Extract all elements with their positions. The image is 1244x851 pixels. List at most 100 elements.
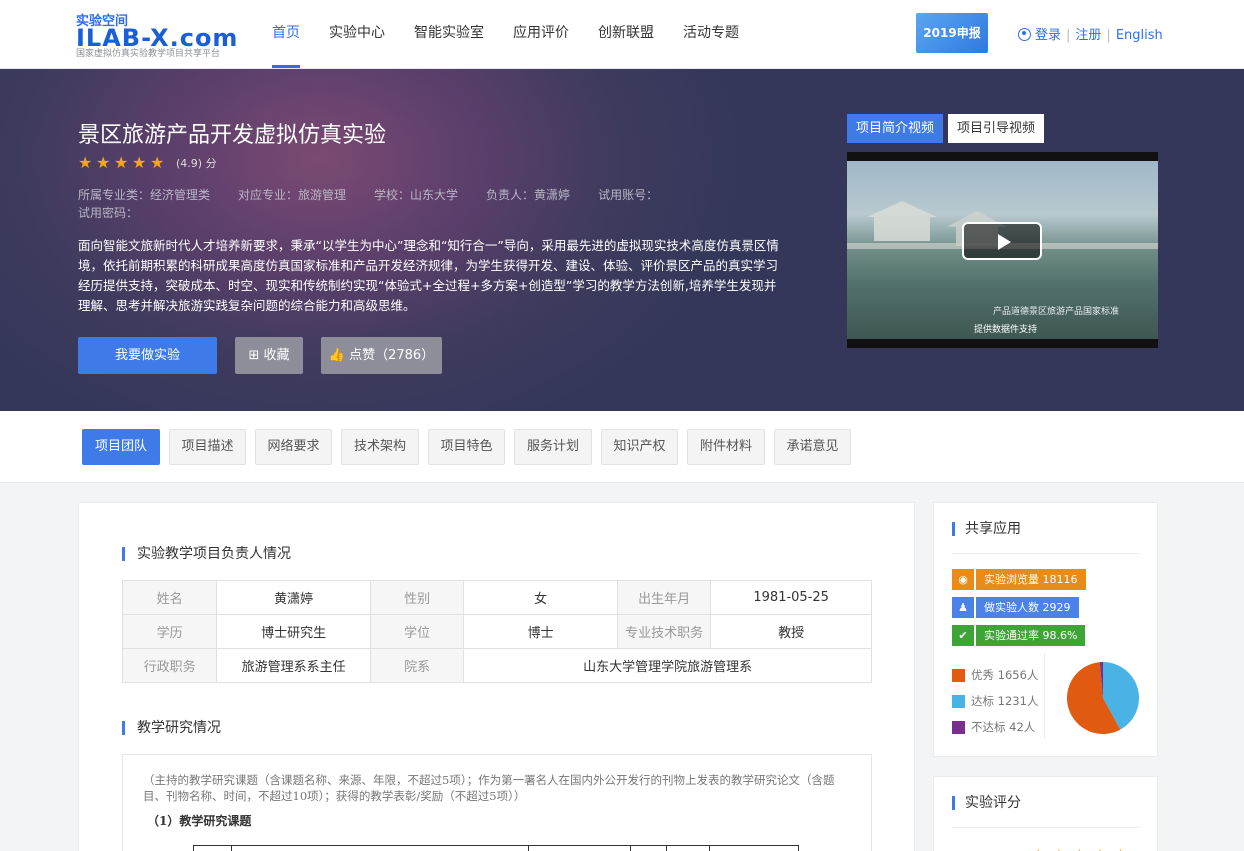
favorite-button[interactable]: ⊞ 收藏 xyxy=(235,337,303,374)
star-icon: ★ xyxy=(150,153,165,172)
table-value-cell: 博士研究生 xyxy=(216,614,371,649)
play-icon[interactable] xyxy=(962,222,1042,260)
video-player[interactable]: 产品道德景区旅游产品国家标准 提供数据件支持 xyxy=(847,152,1158,348)
team-content: 实验教学项目负责人情况 姓名 黄潇婷 性别女出生年月 1981-05-25 学历 博士研究… xyxy=(78,502,915,851)
divider: | xyxy=(1106,28,1111,43)
tab-features[interactable]: 项目特色 xyxy=(428,429,505,465)
table-value-cell: 教授 xyxy=(710,614,872,649)
legend-label: 达标 1231人 xyxy=(971,694,1039,708)
user-icon xyxy=(1018,28,1031,41)
auth-links: 登录 | 注册 | English xyxy=(1018,24,1163,43)
tab-intro-video[interactable]: 项目简介视频 xyxy=(847,114,944,143)
legend-pass: 达标 1231人 xyxy=(952,693,1038,709)
site-logo[interactable]: 实验空间 ILAB-X.com 国家虚拟仿真实验教学项目共享平台 xyxy=(76,10,246,60)
star-icon: ★ xyxy=(1053,847,1066,851)
video-caption: 提供数据件支持 xyxy=(974,325,1038,335)
eye-icon: ◉ xyxy=(952,569,974,590)
nav-experiment-center[interactable]: 实验中心 xyxy=(329,0,385,68)
tab-network[interactable]: 网络要求 xyxy=(255,429,332,465)
star-icon: ★ xyxy=(114,153,129,172)
stat-participants-text: 做实验人数 2929 xyxy=(976,597,1079,618)
leader-info-table: 姓名 黄潇婷 性别女出生年月 1981-05-25 学历 博士研究生 学位 博士 专业技术职务教… xyxy=(121,580,872,683)
table-value-cell: 女 xyxy=(463,580,618,615)
rating-score: (4.9) 分 xyxy=(176,157,217,170)
table-key-cell: 行政职务 xyxy=(121,648,218,683)
nav-smart-lab[interactable]: 智能实验室 xyxy=(414,0,484,68)
stat-pass-rate-text: 实验通过率 98.6% xyxy=(976,625,1086,646)
project-description: 面向智能文旅新时代人才培养新要求，秉承“以学生为中心”理念和“知行合一”导向，采… xyxy=(78,238,779,313)
like-label: 点赞（2786） xyxy=(349,348,435,363)
star-icon: ★ xyxy=(132,153,147,172)
meta-major-category: 所属专业类：经济管理类 xyxy=(78,188,211,202)
section-title-research: 教学研究情况 xyxy=(122,721,221,735)
research-table xyxy=(193,845,799,851)
project-meta: 所属专业类：经济管理类 对应专业：旅游管理 学校：山东大学 负责人：黄潇婷 试用账号： … xyxy=(78,186,778,222)
star-icon: ★ xyxy=(1114,847,1127,851)
legend-fail: 不达标 42人 xyxy=(952,719,1035,735)
meta-school: 学校：山东大学 xyxy=(374,188,459,202)
table-key-cell: 出生年月 xyxy=(616,580,712,615)
nav-events[interactable]: 活动专题 xyxy=(683,0,739,68)
shield-check-icon: ✔ xyxy=(952,625,974,646)
english-link[interactable]: English xyxy=(1116,28,1163,43)
legend-label: 优秀 1656人 xyxy=(971,668,1039,682)
table-key-cell: 学历 xyxy=(121,614,218,649)
table-key-cell: 院系 xyxy=(369,648,465,683)
video-caption: 产品道德景区旅游产品国家标准 xyxy=(993,307,1120,317)
legend-swatch xyxy=(952,694,965,708)
meta-owner: 负责人：黄潇婷 xyxy=(486,188,571,202)
table-value-cell: 1981-05-25 xyxy=(710,580,872,615)
table-key-cell: 专业技术职务 xyxy=(616,614,712,649)
meta-trial-password: 试用密码： xyxy=(78,206,139,220)
star-icon: ★ xyxy=(1094,847,1107,851)
tab-architecture[interactable]: 技术架构 xyxy=(341,429,419,465)
nav-alliance[interactable]: 创新联盟 xyxy=(598,0,654,68)
star-rating: ★ ★ ★ ★ ★ (4.9) 分 xyxy=(78,155,217,171)
table-row: 姓名 黄潇婷 性别女出生年月 1981-05-25 xyxy=(121,580,872,615)
legend-swatch xyxy=(952,668,965,682)
star-icon: ★ xyxy=(78,153,93,172)
legend-label: 不达标 42人 xyxy=(971,720,1036,734)
table-row: 行政职务 旅游管理系系主任 院系 山东大学管理学院旅游管理系 xyxy=(121,648,872,683)
logo-subtitle: 国家虚拟仿真实验教学项目共享平台 xyxy=(76,49,221,59)
legend-swatch xyxy=(952,720,965,734)
table-value-cell: 黄潇婷 xyxy=(216,580,371,615)
nav-home[interactable]: 首页 xyxy=(272,0,300,68)
nav-evaluation[interactable]: 应用评价 xyxy=(513,0,569,68)
star-icon: ★ xyxy=(96,153,111,172)
stat-views: ◉ 实验浏览量 18116 xyxy=(952,569,1086,590)
result-pie-chart xyxy=(1067,662,1139,734)
divider xyxy=(952,827,1140,828)
research-subtitle: （1）教学研究课题 xyxy=(147,814,252,828)
research-note: （主持的教学研究课题（含课题名称、来源、年限，不超过5项）；作为第一署名人在国内… xyxy=(143,773,835,803)
table-value-cell: 旅游管理系系主任 xyxy=(216,648,371,683)
video-tabs: 项目简介视频 项目引导视频 xyxy=(847,114,1049,143)
star-icon: ★ xyxy=(1032,847,1045,851)
divider xyxy=(1044,653,1045,739)
tab-team[interactable]: 项目团队 xyxy=(82,429,160,465)
pavilion-shape xyxy=(867,201,937,241)
stat-views-text: 实验浏览量 18116 xyxy=(976,569,1086,590)
star-icon: ★ xyxy=(1073,847,1086,851)
tab-description[interactable]: 项目描述 xyxy=(169,429,246,465)
tab-guide-video[interactable]: 项目引导视频 xyxy=(948,114,1045,143)
table-key-cell: 姓名 xyxy=(121,580,218,615)
tab-commitment[interactable]: 承诺意见 xyxy=(774,429,851,465)
login-link[interactable]: 登录 xyxy=(1035,28,1061,43)
tab-service-plan[interactable]: 服务计划 xyxy=(514,429,592,465)
favorite-label: 收藏 xyxy=(263,348,290,363)
start-experiment-button[interactable]: 我要做实验 xyxy=(78,337,217,374)
tab-ip[interactable]: 知识产权 xyxy=(601,429,678,465)
person-icon: ♟ xyxy=(952,597,974,618)
like-button[interactable]: 👍 点赞（2786） xyxy=(321,337,442,374)
apply-2019-badge[interactable]: 2019申报 xyxy=(916,13,988,53)
table-key-cell: 性别 xyxy=(369,580,465,615)
project-hero: 景区旅游产品开发虚拟仿真实验 ★ ★ ★ ★ ★ (4.9) 分 所属专业类：经… xyxy=(0,69,1244,411)
bookmark-icon: ⊞ xyxy=(248,348,264,363)
main-nav: 首页 实验中心 智能实验室 应用评价 创新联盟 活动专题 xyxy=(272,0,768,68)
register-link[interactable]: 注册 xyxy=(1075,28,1101,43)
project-tabs: 项目团队 项目描述 网络要求 技术架构 项目特色 服务计划 知识产权 附件材料 … xyxy=(0,411,1244,483)
rating-card: 实验评分 ★ ★ ★ ★ ★ xyxy=(933,776,1158,851)
tab-attachments[interactable]: 附件材料 xyxy=(687,429,765,465)
table-row: 学历 博士研究生 学位 博士 专业技术职务 教授 xyxy=(121,614,872,649)
